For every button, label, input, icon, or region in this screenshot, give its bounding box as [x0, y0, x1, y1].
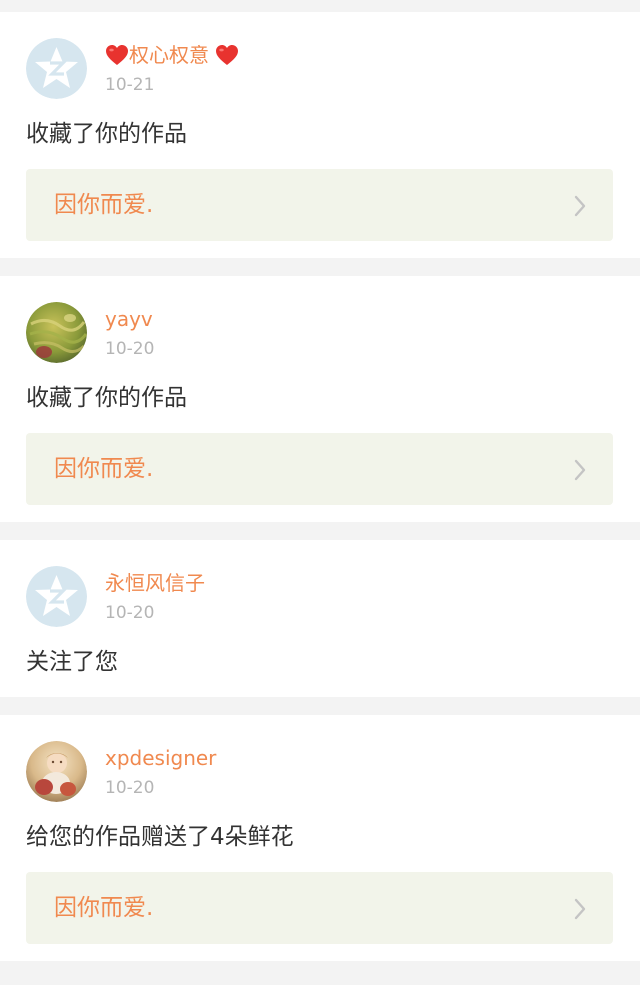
work-title: 因你而爱. — [54, 895, 154, 921]
heart-icon — [216, 45, 239, 65]
default-star-avatar-icon — [26, 38, 87, 99]
username-link[interactable]: yayv — [105, 306, 153, 332]
notification-action-text: 收藏了你的作品 — [26, 385, 187, 411]
username-text: 权心权意 — [129, 43, 209, 67]
avatar[interactable] — [26, 566, 87, 627]
notification-card: xpdesigner 10-20 给您的作品赠送了4朵鲜花 因你而爱. — [0, 715, 640, 961]
user-photo-avatar — [26, 741, 87, 802]
work-link[interactable]: 因你而爱. — [26, 169, 613, 241]
notification-card: 永恒风信子 10-20 关注了您 — [0, 540, 640, 697]
work-link[interactable]: 因你而爱. — [26, 433, 613, 505]
username-link[interactable]: xpdesigner — [105, 745, 216, 771]
avatar[interactable] — [26, 38, 87, 99]
username-link[interactable]: 永恒风信子 — [105, 570, 205, 596]
notification-feed: 权心权意 10-21 收藏了你的作品 因你而爱. yayv 10-20 收藏了你… — [0, 0, 640, 985]
work-title: 因你而爱. — [54, 192, 154, 218]
chevron-right-icon — [574, 898, 586, 920]
notification-action-text: 给您的作品赠送了4朵鲜花 — [26, 824, 294, 850]
avatar[interactable] — [26, 741, 87, 802]
notification-card: yayv 10-20 收藏了你的作品 因你而爱. — [0, 276, 640, 522]
username-link[interactable]: 权心权意 — [105, 42, 239, 68]
notification-date: 10-20 — [105, 339, 155, 359]
notification-date: 10-20 — [105, 603, 155, 623]
work-link[interactable]: 因你而爱. — [26, 872, 613, 944]
notification-date: 10-20 — [105, 778, 155, 798]
notification-action-text: 关注了您 — [26, 649, 118, 675]
heart-icon — [106, 45, 128, 65]
default-star-avatar-icon — [26, 566, 87, 627]
notification-action-text: 收藏了你的作品 — [26, 121, 187, 147]
notification-card: 权心权意 10-21 收藏了你的作品 因你而爱. — [0, 12, 640, 258]
work-title: 因你而爱. — [54, 456, 154, 482]
avatar[interactable] — [26, 302, 87, 363]
chevron-right-icon — [574, 459, 586, 481]
user-photo-avatar — [26, 302, 87, 363]
chevron-right-icon — [574, 195, 586, 217]
notification-date: 10-21 — [105, 75, 155, 95]
